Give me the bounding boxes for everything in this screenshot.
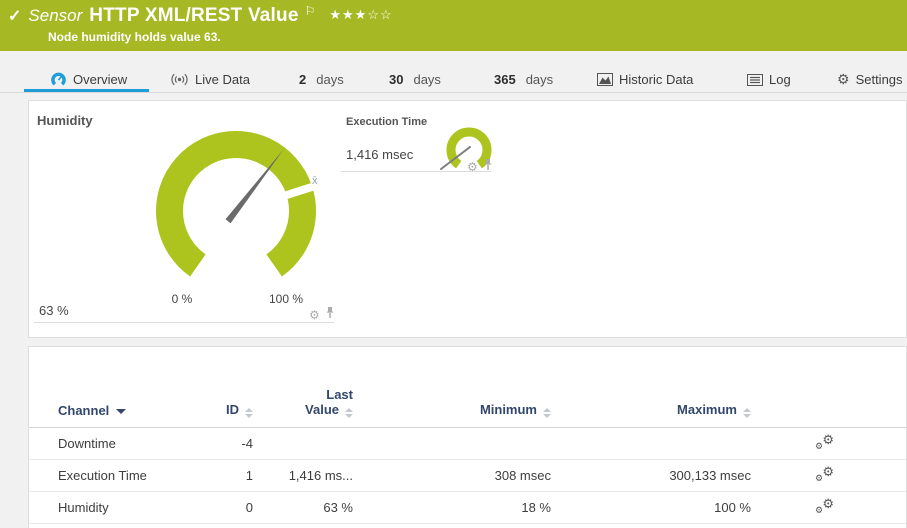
tab-2-days[interactable]: 2 days [299,72,344,87]
overview-gauges-panel: Humidity x̄ 0 % 100 % 63 % ⚙ Execution T… [28,100,907,338]
channel-last-value: 1,416 ms... [253,460,353,492]
gear-icon: ⚙ [837,73,850,86]
tab-30-days-label: days [413,72,440,87]
humidity-gauge [149,126,329,298]
column-header-minimum[interactable]: Minimum [353,347,551,428]
tab-365-days-label: days [526,72,553,87]
tab-30-days-number: 30 [389,72,403,87]
humidity-widget-divider [34,322,334,323]
tab-log[interactable]: Log [747,72,791,87]
channel-settings-icon[interactable]: ⚙⚙ [815,434,834,451]
sensor-status-message: Node humidity holds value 63. [0,30,907,44]
sort-icon [245,408,253,418]
priority-stars[interactable]: ★★★☆☆ [329,7,392,23]
stars-empty: ☆☆ [367,7,392,22]
tab-30-days[interactable]: 30 days [389,72,441,87]
tab-live-data-label: Live Data [195,72,250,87]
tab-live-data[interactable]: Live Data [170,72,250,87]
channel-id: 1 [198,460,253,492]
channel-id: -4 [198,428,253,460]
execution-gauge-gear-icon[interactable]: ⚙ [467,161,478,173]
channel-settings-icon[interactable]: ⚙⚙ [815,466,834,483]
column-header-id[interactable]: ID [198,347,253,428]
gauge-max-label: 100 % [266,292,306,306]
channel-maximum [551,428,751,460]
channel-minimum: 308 msec [353,460,551,492]
tab-settings-label: Settings [856,72,903,87]
column-header-settings [751,347,841,428]
gauge-icon [50,72,67,87]
flag-icon[interactable]: ⚐ [305,4,316,18]
average-marker-label: x̄ [312,175,318,187]
sort-icon [743,408,751,418]
channel-last-value [253,428,353,460]
table-row-execution-time[interactable]: Execution Time 1 1,416 ms... 308 msec 30… [29,460,906,492]
execution-time-current-value: 1,416 msec [346,147,413,162]
broadcast-icon [170,73,189,86]
object-kind-label: Sensor [28,6,82,26]
log-list-icon [747,74,763,86]
active-tab-indicator [24,89,149,92]
channel-maximum: 300,133 msec [551,460,751,492]
table-row-humidity[interactable]: Humidity 0 63 % 18 % 100 % ⚙⚙ [29,492,906,524]
humidity-gauge-gear-icon[interactable]: ⚙ [309,309,320,321]
channel-name[interactable]: Execution Time [29,460,198,492]
execution-gauge-pin-icon[interactable] [483,158,493,176]
status-ok-check-icon: ✓ [8,6,21,26]
tab-2-days-number: 2 [299,72,306,87]
tab-overview[interactable]: Overview [50,72,127,87]
tab-historic-data[interactable]: Historic Data [597,72,693,87]
tab-log-label: Log [769,72,791,87]
humidity-gauge-pin-icon[interactable] [325,306,335,324]
tab-365-days[interactable]: 365 days [494,72,553,87]
column-header-last-value[interactable]: LastValue [253,347,353,428]
sort-icon [543,408,551,418]
chevron-down-icon [116,409,126,414]
tab-settings[interactable]: ⚙ Settings [837,72,903,87]
tab-historic-data-label: Historic Data [619,72,693,87]
channel-table-panel: Channel ID LastValue Minimum Maximum Dow… [28,346,907,528]
page-title: HTTP XML/REST Value [89,5,298,27]
execution-time-gauge-title: Execution Time [346,116,427,128]
stars-filled: ★★★ [329,7,367,22]
channel-minimum: 18 % [353,492,551,524]
area-chart-icon [597,73,613,86]
humidity-gauge-title: Humidity [37,113,93,128]
gauge-min-label: 0 % [162,292,202,306]
channel-settings-icon[interactable]: ⚙⚙ [815,498,834,515]
channel-name[interactable]: Downtime [29,428,198,460]
column-header-maximum[interactable]: Maximum [551,347,751,428]
tab-overview-label: Overview [73,72,127,87]
sensor-tab-bar: Overview Live Data 2 days 30 days 365 da… [0,51,907,93]
channel-id: 0 [198,492,253,524]
channel-name[interactable]: Humidity [29,492,198,524]
column-header-channel[interactable]: Channel [29,347,198,428]
sensor-status-banner: ✓ Sensor HTTP XML/REST Value ⚐ ★★★☆☆ Nod… [0,0,907,51]
channel-minimum [353,428,551,460]
channel-last-value: 63 % [253,492,353,524]
humidity-current-value: 63 % [39,303,69,318]
sort-icon [345,408,353,418]
channel-maximum: 100 % [551,492,751,524]
table-row-downtime[interactable]: Downtime -4 ⚙⚙ [29,428,906,460]
channel-table: Channel ID LastValue Minimum Maximum Dow… [29,347,906,524]
tab-365-days-number: 365 [494,72,516,87]
tab-2-days-label: days [316,72,343,87]
